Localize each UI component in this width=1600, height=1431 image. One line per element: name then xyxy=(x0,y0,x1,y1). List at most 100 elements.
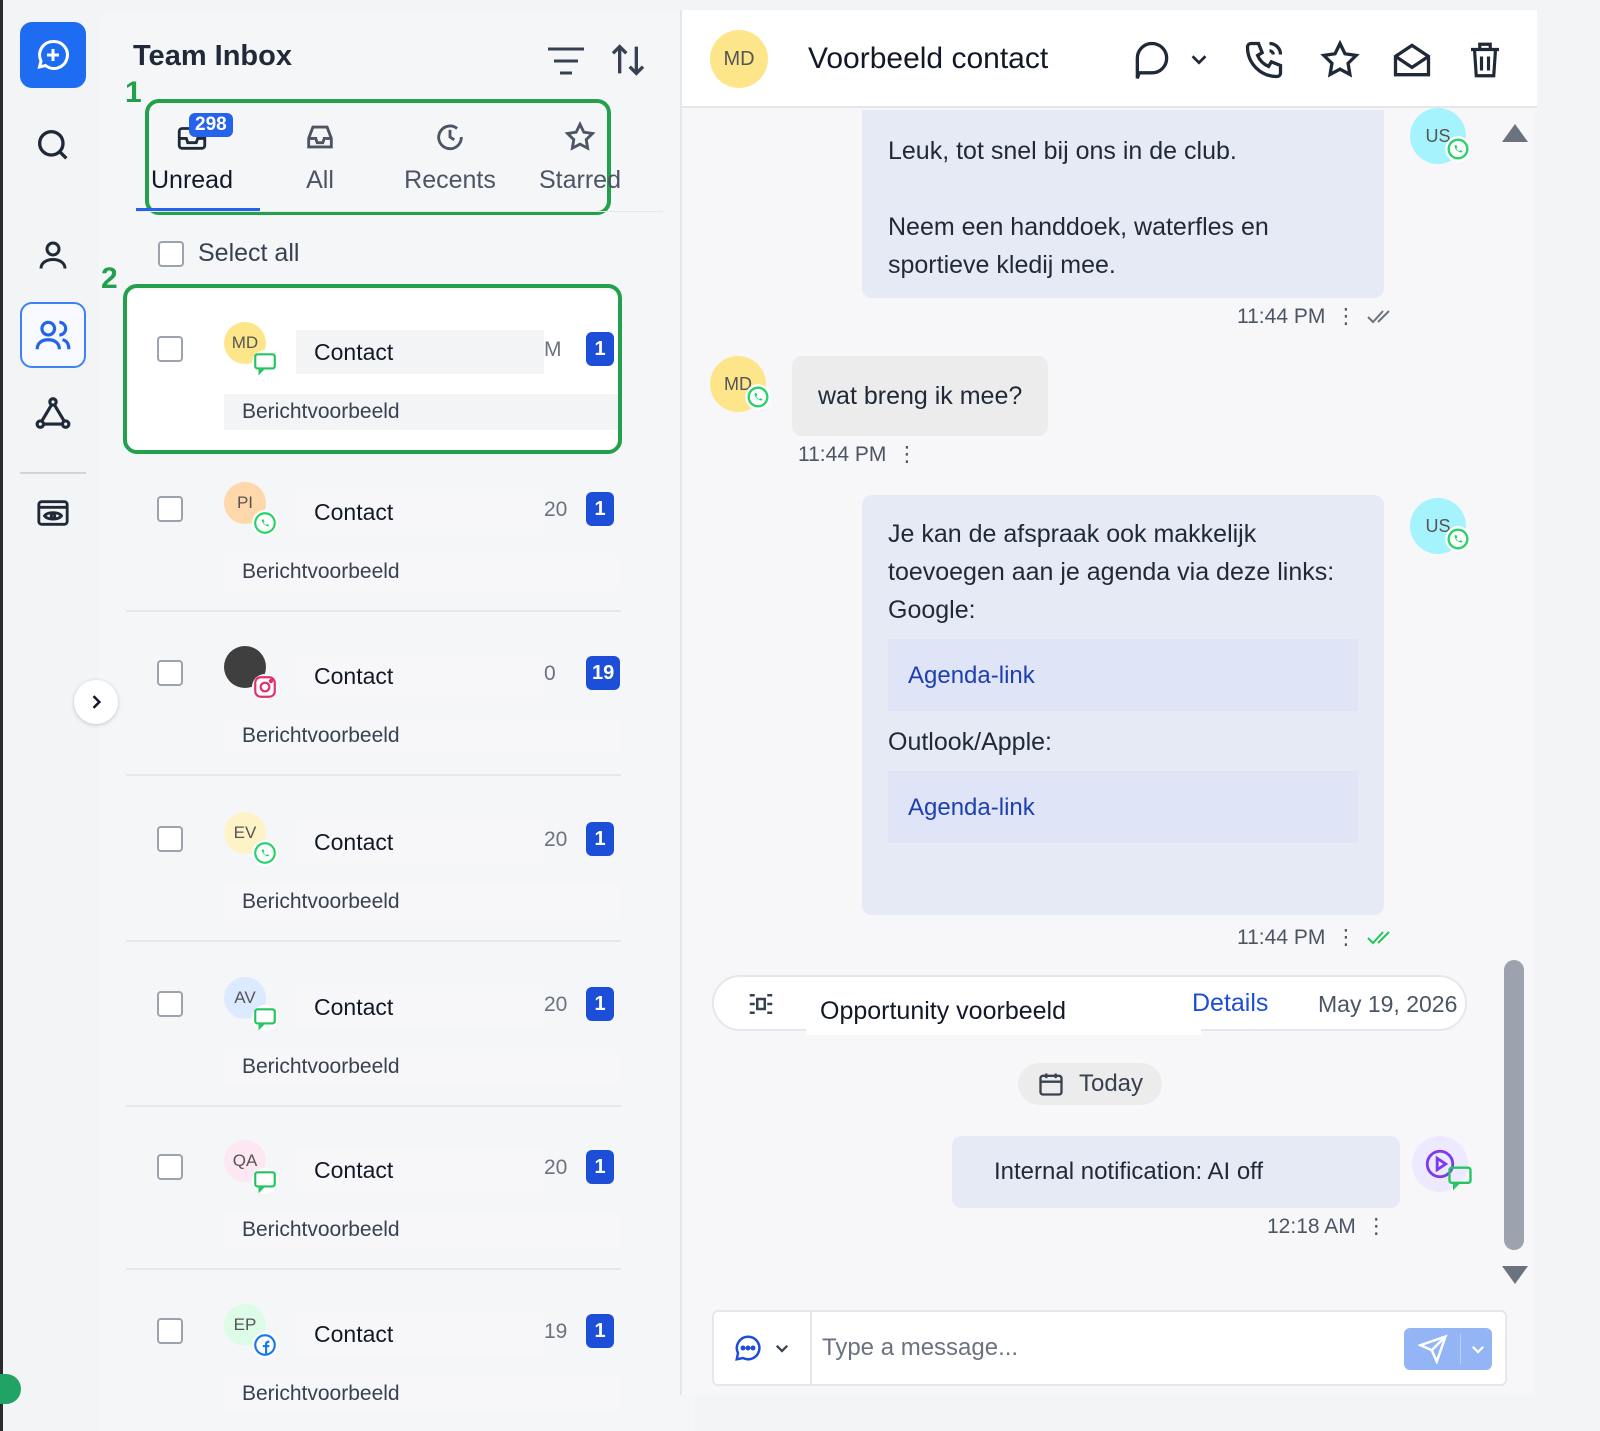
outgoing-message: Je kan de afspraak ook makkelijk toevoeg… xyxy=(862,495,1384,915)
calendar-link[interactable]: Agenda-link xyxy=(908,662,1035,689)
select-all-label: Select all xyxy=(198,239,300,267)
send-icon xyxy=(1418,1334,1448,1364)
message-meta: 12:18 AM ⋮ xyxy=(1267,1214,1387,1239)
unread-count-badge: 298 xyxy=(189,113,233,137)
sms-icon xyxy=(252,1168,278,1194)
filter-icon xyxy=(548,47,584,75)
conversation-checkbox[interactable] xyxy=(157,1318,183,1344)
scroll-up-arrow[interactable] xyxy=(1502,124,1528,142)
tab-all[interactable]: All xyxy=(260,108,380,212)
tab-starred[interactable]: Starred xyxy=(520,108,640,212)
chat-scrollbar[interactable] xyxy=(1504,960,1524,1250)
chat-header: MD Voorbeeld contact xyxy=(682,10,1537,108)
assign-button[interactable] xyxy=(1130,38,1174,87)
whatsapp-icon xyxy=(252,510,278,536)
tab-recents-label: Recents xyxy=(404,166,496,194)
select-all-checkbox[interactable] xyxy=(158,240,184,267)
new-conversation-button[interactable] xyxy=(20,22,86,88)
send-divider xyxy=(1460,1334,1461,1364)
more-options-icon[interactable]: ⋮ xyxy=(896,442,917,467)
conversation-date: 20 xyxy=(544,828,568,851)
star-icon xyxy=(564,120,596,151)
conversation-row[interactable]: AV Contact 20 1 Berichtvoorbeeld xyxy=(126,945,621,1107)
chevron-down-icon xyxy=(1471,1345,1485,1354)
message-meta: 11:44 PM ⋮ xyxy=(1237,925,1396,950)
conversation-checkbox[interactable] xyxy=(157,496,183,522)
tab-all-label: All xyxy=(306,166,334,194)
delete-button[interactable] xyxy=(1464,38,1506,87)
tab-starred-label: Starred xyxy=(539,166,621,194)
notification-text: Internal notification: AI off xyxy=(994,1158,1264,1185)
chevron-down-icon xyxy=(1191,55,1207,65)
message-text: Outlook/Apple: xyxy=(888,728,1052,756)
contact-avatar[interactable]: MD xyxy=(710,30,768,88)
conversation-checkbox[interactable] xyxy=(157,991,183,1017)
more-options-icon[interactable]: ⋮ xyxy=(1366,1214,1387,1239)
conversation-row[interactable]: EV Contact 20 1 Berichtvoorbeeld xyxy=(126,780,621,942)
assign-dropdown[interactable] xyxy=(1188,48,1210,75)
calendar-icon xyxy=(1039,1073,1063,1096)
phone-icon xyxy=(1245,41,1283,79)
select-all[interactable]: Select all xyxy=(158,239,299,268)
star-contact-button[interactable] xyxy=(1318,38,1362,87)
conversation-preview: Berichtvoorbeeld xyxy=(224,1376,621,1412)
more-options-icon[interactable]: ⋮ xyxy=(1335,925,1356,950)
opportunity-details-link[interactable]: Details xyxy=(1192,989,1268,1018)
trash-icon xyxy=(1471,42,1499,78)
annotation-number-2: 2 xyxy=(101,262,118,295)
conversation-row[interactable]: EP Contact 19 1 Berichtvoorbeeld xyxy=(126,1272,621,1431)
conversation-date: 0 xyxy=(544,662,556,685)
user-avatar: US xyxy=(1410,108,1471,164)
chevron-right-icon xyxy=(92,695,102,709)
conversation-checkbox[interactable] xyxy=(157,660,183,686)
conversation-date: 19 xyxy=(544,1320,568,1343)
instagram-icon xyxy=(252,674,278,700)
call-button[interactable] xyxy=(1242,38,1286,87)
message-time: 11:44 PM xyxy=(798,442,887,466)
message-text: Neem een handdoek, waterfles en sportiev… xyxy=(888,213,1269,279)
filter-button[interactable] xyxy=(546,46,586,81)
conversation-checkbox[interactable] xyxy=(157,1154,183,1180)
conversation-list-panel: Team Inbox 1 Unread All Recents Starred … xyxy=(98,10,737,1431)
chat-dots-icon xyxy=(735,1335,761,1361)
contact-message-avatar: MD xyxy=(710,356,771,412)
chevron-down-icon xyxy=(775,1344,789,1353)
link-preview-card[interactable]: Agenda-link xyxy=(888,771,1358,843)
status-indicator[interactable] xyxy=(0,1374,21,1404)
workflows-rail-button[interactable] xyxy=(20,380,86,446)
calendar-link[interactable]: Agenda-link xyxy=(908,794,1035,821)
users-icon xyxy=(35,320,71,350)
conversation-date: 20 xyxy=(544,1156,568,1179)
message-meta: 11:44 PM ⋮ xyxy=(1237,304,1396,329)
team-inbox-rail-button[interactable] xyxy=(20,302,86,368)
tab-recents[interactable]: Recents xyxy=(390,108,510,212)
conversation-checkbox[interactable] xyxy=(157,826,183,852)
search-rail-button[interactable] xyxy=(20,112,86,178)
channel-selector[interactable] xyxy=(714,1312,812,1384)
message-time: 12:18 AM xyxy=(1267,1214,1356,1238)
conversation-row[interactable]: Contact 0 19 Berichtvoorbeeld xyxy=(126,614,621,776)
chat-bubble-icon xyxy=(1135,41,1169,79)
envelope-open-icon xyxy=(1393,43,1431,77)
page-title: Team Inbox xyxy=(133,40,292,72)
conversation-name: Contact xyxy=(296,1312,544,1356)
scroll-down-arrow[interactable] xyxy=(1502,1266,1528,1284)
mark-read-button[interactable] xyxy=(1390,38,1434,87)
expand-sidebar-button[interactable] xyxy=(74,680,118,724)
link-preview-card[interactable]: Agenda-link xyxy=(888,639,1358,711)
contacts-rail-button[interactable] xyxy=(20,222,86,288)
send-button[interactable] xyxy=(1404,1328,1492,1370)
more-options-icon[interactable]: ⋮ xyxy=(1335,304,1356,329)
conversation-row[interactable]: PI Contact 20 1 Berichtvoorbeeld xyxy=(126,450,621,612)
sort-button[interactable] xyxy=(608,40,648,85)
conversation-name: Contact xyxy=(296,1148,544,1192)
message-text: Je kan de afspraak ook makkelijk toevoeg… xyxy=(888,520,1335,586)
message-input[interactable] xyxy=(822,1324,1382,1372)
preview-rail-button[interactable] xyxy=(20,480,86,546)
message-time: 11:44 PM xyxy=(1237,304,1326,328)
opportunity-date: May 19, 2026 xyxy=(1318,991,1458,1017)
conversation-row[interactable]: QA Contact 20 1 Berichtvoorbeeld xyxy=(126,1108,621,1270)
chat-plus-icon xyxy=(37,39,69,70)
double-check-icon xyxy=(1367,930,1391,944)
contact-name[interactable]: Voorbeeld contact xyxy=(790,32,1130,86)
